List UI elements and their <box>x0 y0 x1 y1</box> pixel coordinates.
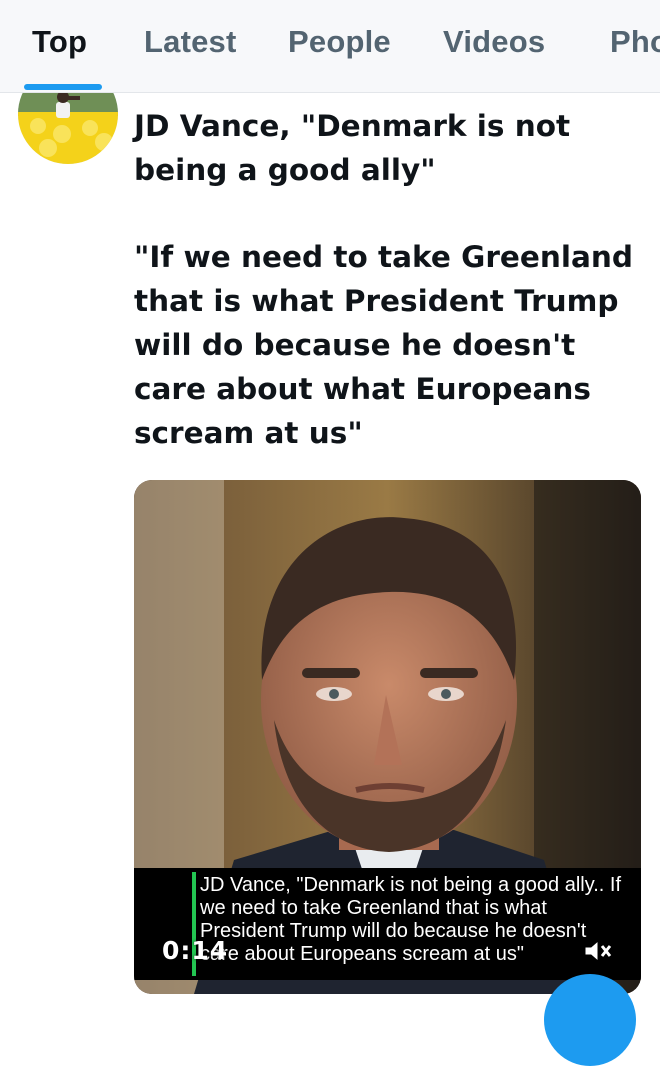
compose-fab[interactable] <box>544 974 636 1066</box>
video-player[interactable]: JD Vance, "Denmark is not being a good a… <box>134 480 641 994</box>
video-timestamp: 0:14 <box>162 936 229 965</box>
tab-top[interactable]: Top <box>32 24 87 60</box>
post-quote: "If we need to take Greenland that is wh… <box>134 240 634 450</box>
post-headline: JD Vance, "Denmark is not being a good a… <box>134 109 571 187</box>
tab-photos[interactable]: Photos <box>610 24 660 60</box>
search-tabs: Top Latest People Videos Photos <box>0 0 660 93</box>
post-text: JD Vance, "Denmark is not being a good a… <box>134 104 644 455</box>
tab-latest[interactable]: Latest <box>144 24 237 60</box>
tab-videos[interactable]: Videos <box>443 24 545 60</box>
active-tab-indicator <box>24 84 102 90</box>
video-caption: JD Vance, "Denmark is not being a good a… <box>200 874 622 965</box>
tab-people[interactable]: People <box>288 24 391 60</box>
volume-muted-icon[interactable] <box>582 936 612 966</box>
